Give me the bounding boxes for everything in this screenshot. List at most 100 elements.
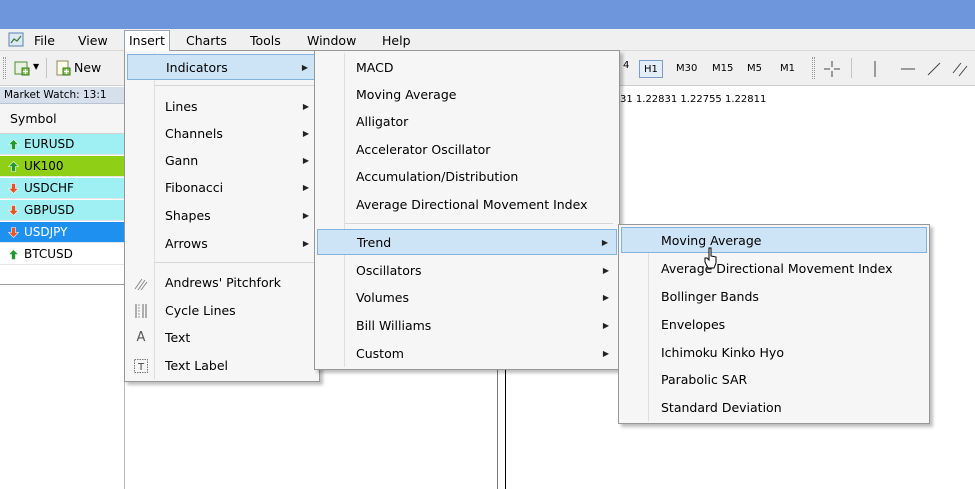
trend-envelopes[interactable]: Envelopes xyxy=(621,312,927,338)
submenu-arrow-icon: ▶ xyxy=(302,239,309,248)
symbol-row[interactable]: BTCUSD xyxy=(0,244,125,265)
symbol-row[interactable]: EURUSD xyxy=(0,134,125,155)
menu-item-label: Standard Deviation xyxy=(661,400,782,415)
menu-charts[interactable]: Charts xyxy=(182,31,231,50)
symbol-row[interactable]: GBPUSD xyxy=(0,200,125,221)
indicators-menu-bill-williams[interactable]: Bill Williams ▶ xyxy=(317,313,617,339)
menu-item-label: Trend xyxy=(357,235,392,250)
indicators-menu-volumes[interactable]: Volumes ▶ xyxy=(317,285,617,311)
indicators-menu-custom[interactable]: Custom ▶ xyxy=(317,341,617,367)
cycle-lines-icon xyxy=(135,304,147,318)
trend-adx[interactable]: Average Directional Movement Index xyxy=(621,256,927,282)
menu-item-label: Accumulation/Distribution xyxy=(356,169,519,184)
svg-text:T: T xyxy=(137,362,145,373)
insert-menu-lines[interactable]: Lines ▶ xyxy=(127,94,317,120)
trendline-icon[interactable] xyxy=(925,60,943,78)
menu-separator xyxy=(155,262,315,263)
toolbar-separator xyxy=(851,58,852,78)
trend-moving-average[interactable]: Moving Average xyxy=(621,227,927,253)
menu-view[interactable]: View xyxy=(74,31,112,50)
timeframe-h1[interactable]: H1 xyxy=(639,60,663,78)
symbol-name: BTCUSD xyxy=(24,247,73,261)
symbol-column-header[interactable]: Symbol xyxy=(0,104,125,134)
indicator-accelerator-oscillator[interactable]: Accelerator Oscillator xyxy=(317,137,617,163)
insert-menu-text[interactable]: A Text xyxy=(127,325,317,351)
submenu-arrow-icon: ▶ xyxy=(302,183,309,192)
menu-item-label: Bill Williams xyxy=(356,318,432,333)
menu-item-label: Cycle Lines xyxy=(165,303,236,318)
market-watch-header[interactable]: Market Watch: 13:1 xyxy=(0,87,125,104)
trend-menu: Moving Average Average Directional Movem… xyxy=(618,224,930,424)
menu-item-label: Indicators xyxy=(166,60,228,75)
new-order-icon[interactable] xyxy=(55,60,71,76)
indicator-moving-average[interactable]: Moving Average xyxy=(317,82,617,108)
indicator-alligator[interactable]: Alligator xyxy=(317,109,617,135)
menu-item-label: Ichimoku Kinko Hyo xyxy=(661,345,784,360)
menu-item-label: Average Directional Movement Index xyxy=(661,261,893,276)
timeframe-m15[interactable]: M15 xyxy=(708,60,737,78)
menu-item-label: Accelerator Oscillator xyxy=(356,142,491,157)
insert-menu: Indicators ▶ Lines ▶ Channels ▶ Gann ▶ F… xyxy=(124,50,320,382)
insert-menu-channels[interactable]: Channels ▶ xyxy=(127,121,317,147)
symbol-row[interactable]: UK100 xyxy=(0,156,125,177)
insert-menu-indicators[interactable]: Indicators ▶ xyxy=(127,54,317,80)
menu-window[interactable]: Window xyxy=(303,31,360,50)
mouse-pointer-icon xyxy=(704,247,717,269)
channel-icon[interactable] xyxy=(951,60,969,78)
menu-item-label: Arrows xyxy=(165,236,208,251)
submenu-arrow-icon: ▶ xyxy=(601,238,608,247)
menu-insert[interactable]: Insert xyxy=(124,30,170,51)
insert-menu-arrows[interactable]: Arrows ▶ xyxy=(127,231,317,257)
menu-item-label: Volumes xyxy=(356,290,410,305)
insert-menu-text-label[interactable]: T Text Label xyxy=(127,353,317,379)
indicators-menu-trend[interactable]: Trend ▶ xyxy=(317,229,617,255)
menu-separator xyxy=(155,85,315,86)
indicators-menu-oscillators[interactable]: Oscillators ▶ xyxy=(317,258,617,284)
menu-item-label: Gann xyxy=(165,153,199,168)
submenu-arrow-icon: ▶ xyxy=(301,63,308,72)
timeframe-m1[interactable]: M1 xyxy=(776,60,799,78)
menu-item-label: Shapes xyxy=(165,208,211,223)
text-label-icon: T xyxy=(134,359,148,373)
trend-standard-deviation[interactable]: Standard Deviation xyxy=(621,395,927,421)
timeframe-m30[interactable]: M30 xyxy=(672,60,701,78)
arrow-down-icon xyxy=(8,183,19,194)
toolbar-grip[interactable] xyxy=(3,57,6,79)
menu-item-label: Lines xyxy=(165,99,198,114)
indicator-accumulation-distribution[interactable]: Accumulation/Distribution xyxy=(317,164,617,190)
timeframe-m5[interactable]: M5 xyxy=(743,60,766,78)
arrow-down-icon xyxy=(8,205,19,216)
menu-item-label: Channels xyxy=(165,126,223,141)
menu-file[interactable]: File xyxy=(30,31,59,50)
menu-help[interactable]: Help xyxy=(378,31,415,50)
horizontal-line-icon[interactable] xyxy=(899,60,917,78)
trend-parabolic-sar[interactable]: Parabolic SAR xyxy=(621,367,927,393)
vertical-line-icon[interactable] xyxy=(866,60,884,78)
menu-item-label: Custom xyxy=(356,346,404,361)
new-chart-icon[interactable] xyxy=(14,60,30,76)
menu-item-label: Bollinger Bands xyxy=(661,289,759,304)
symbol-name: USDJPY xyxy=(24,225,68,239)
symbol-list: EURUSD UK100 USDCHF GBPUSD USDJPY BTCUSD xyxy=(0,134,125,284)
toolbar-grip[interactable] xyxy=(812,57,815,79)
insert-menu-gann[interactable]: Gann ▶ xyxy=(127,148,317,174)
insert-menu-fibonacci[interactable]: Fibonacci ▶ xyxy=(127,175,317,201)
new-order-button[interactable]: New xyxy=(74,60,101,75)
arrow-up-icon xyxy=(8,161,19,172)
symbol-row[interactable]: USDCHF xyxy=(0,178,125,199)
submenu-arrow-icon: ▶ xyxy=(302,129,309,138)
trend-bollinger-bands[interactable]: Bollinger Bands xyxy=(621,284,927,310)
symbol-row[interactable]: USDJPY xyxy=(0,222,125,243)
crosshair-icon[interactable] xyxy=(823,60,841,78)
insert-menu-cycle-lines[interactable]: Cycle Lines xyxy=(127,298,317,324)
indicator-adx[interactable]: Average Directional Movement Index xyxy=(317,192,617,218)
insert-menu-shapes[interactable]: Shapes ▶ xyxy=(127,203,317,229)
menu-item-label: Andrews' Pitchfork xyxy=(165,275,281,290)
menu-tools[interactable]: Tools xyxy=(246,31,285,50)
trend-ichimoku[interactable]: Ichimoku Kinko Hyo xyxy=(621,340,927,366)
chevron-down-icon[interactable]: ▼ xyxy=(33,62,39,71)
submenu-arrow-icon: ▶ xyxy=(602,349,609,358)
timeframe-h4-partial[interactable]: 4 xyxy=(623,60,629,71)
insert-menu-andrews-pitchfork[interactable]: Andrews' Pitchfork xyxy=(127,270,317,296)
indicator-macd[interactable]: MACD xyxy=(317,55,617,81)
